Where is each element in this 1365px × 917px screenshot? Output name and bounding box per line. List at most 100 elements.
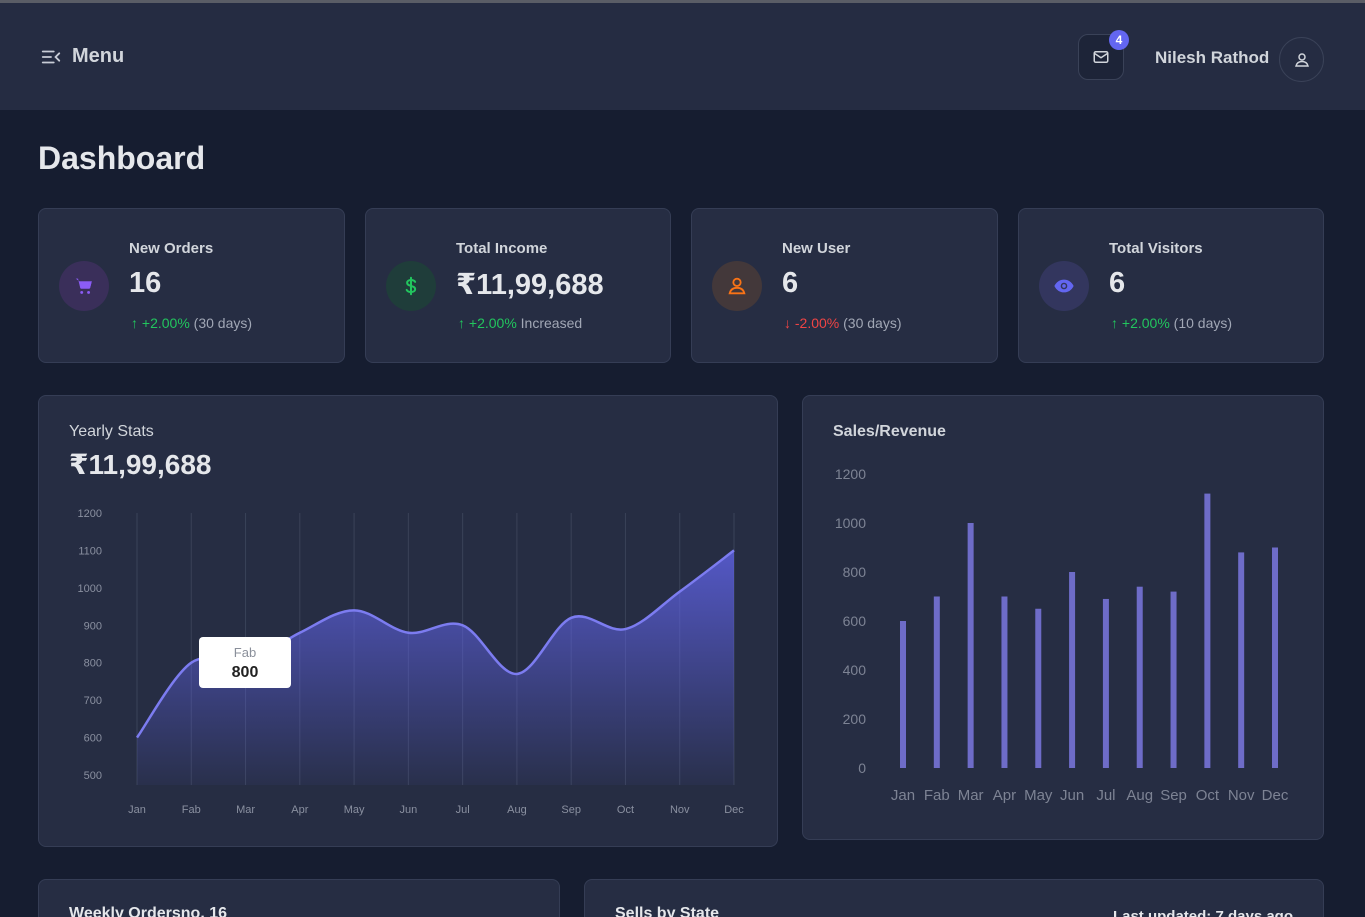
bar[interactable]	[967, 523, 974, 768]
bar[interactable]	[1001, 596, 1008, 769]
x-tick-label: Apr	[291, 804, 308, 816]
stat-icon-wrap	[1039, 261, 1089, 311]
dollar-icon	[405, 276, 417, 296]
stat-card-new-user: New User 6 ↓ -2.00% (30 days)	[691, 208, 998, 363]
x-tick-label: Nov	[670, 804, 690, 816]
y-tick-label: 800	[843, 564, 867, 580]
y-tick-label: 1200	[78, 508, 102, 520]
x-tick-label: Sep	[561, 804, 581, 816]
x-tick-label: Aug	[507, 804, 527, 816]
stat-icon-wrap	[59, 261, 109, 311]
x-tick-label: Oct	[1196, 787, 1220, 804]
top-header: Menu 4 Nilesh Rathod	[0, 3, 1365, 110]
cart-icon	[75, 278, 92, 294]
x-tick-label: Fab	[182, 804, 201, 816]
bar[interactable]	[933, 596, 940, 769]
x-tick-label: Fab	[924, 787, 950, 804]
user-name[interactable]: Nilesh Rathod	[1155, 48, 1269, 68]
arrow-up-icon: ↑	[131, 315, 138, 331]
x-tick-label: Mar	[236, 804, 255, 816]
y-tick-label: 400	[843, 662, 867, 678]
stat-trend: ↑ +2.00% Increased	[458, 315, 582, 331]
y-tick-label: 1100	[78, 545, 102, 557]
stat-period: (10 days)	[1173, 315, 1233, 331]
x-tick-label: Aug	[1126, 787, 1153, 804]
stat-change: +2.00%	[1121, 315, 1170, 331]
y-tick-label: 900	[84, 620, 102, 632]
x-tick-label: Jan	[891, 787, 915, 804]
bar[interactable]	[1035, 608, 1042, 768]
bar[interactable]	[1069, 572, 1076, 768]
page-title: Dashboard	[38, 140, 206, 176]
stat-label: New Orders	[129, 240, 214, 257]
menu-button[interactable]: Menu	[40, 45, 124, 68]
sales-revenue-card: Sales/Revenue 0 200 400 600 800 1000 1200 Jan F…	[802, 395, 1324, 840]
arrow-down-icon: ↓	[784, 315, 791, 331]
stat-label: Total Income	[456, 240, 548, 257]
menu-collapse-icon	[41, 50, 61, 63]
stat-label: Total Visitors	[1109, 240, 1203, 257]
stat-value: 6	[782, 267, 799, 299]
arrow-up-icon: ↑	[458, 315, 465, 331]
stat-trend: ↓ -2.00% (30 days)	[784, 315, 902, 331]
stat-value: ₹11,99,688	[456, 269, 604, 301]
bar[interactable]	[1238, 552, 1245, 768]
menu-label: Menu	[72, 45, 125, 67]
eye-icon	[1054, 279, 1074, 293]
bar[interactable]	[1170, 591, 1177, 768]
notification-badge: 4	[1109, 30, 1129, 50]
bar[interactable]	[1102, 598, 1109, 768]
x-tick-label: Jul	[1096, 787, 1115, 804]
stat-label: New User	[782, 240, 851, 257]
y-tick-label: 600	[843, 613, 867, 629]
stat-card-total-visitors: Total Visitors 6 ↑ +2.00% (10 days)	[1018, 208, 1324, 363]
bar[interactable]	[1136, 586, 1143, 768]
stat-period: (30 days)	[193, 315, 253, 331]
stat-value: 16	[129, 267, 162, 299]
y-tick-label: 1200	[835, 466, 866, 482]
mail-icon	[1093, 51, 1109, 63]
stat-icon-wrap	[712, 261, 762, 311]
yearly-area-chart[interactable]: 500 600 700 800 900 1000 1100 1200 Jan Fab Mar Apr…	[39, 396, 779, 848]
yearly-stats-card: Yearly Stats ₹11,99,688 500 600 700 800 900 1…	[38, 395, 778, 847]
stat-change: +2.00%	[468, 315, 517, 331]
bar[interactable]	[900, 621, 906, 768]
y-tick-label: 1000	[78, 583, 102, 595]
last-updated: Last updated: 7 days ago	[1112, 908, 1293, 917]
stat-change: +2.00%	[141, 315, 190, 331]
x-tick-label: Jun	[1060, 787, 1084, 804]
y-tick-label: 200	[843, 711, 867, 727]
tooltip-value: 800	[232, 664, 259, 681]
user-icon	[1294, 52, 1309, 67]
bar[interactable]	[1204, 493, 1211, 768]
stat-card-new-orders: New Orders 16 ↑ +2.00% (30 days)	[38, 208, 345, 363]
weekly-orders-card: Weekly Ordersno. 16	[38, 879, 560, 917]
sales-bar-chart[interactable]: 0 200 400 600 800 1000 1200 Jan Fab Mar Apr May Jun…	[803, 396, 1325, 841]
stat-card-total-income: Total Income ₹11,99,688 ↑ +2.00% Increas…	[365, 208, 671, 363]
x-tick-label: Dec	[1262, 787, 1289, 804]
stat-trend: ↑ +2.00% (30 days)	[131, 315, 252, 331]
card-title: Weekly Ordersno. 16	[69, 905, 227, 917]
user-avatar-button[interactable]	[1279, 37, 1324, 82]
x-tick-label: Oct	[617, 804, 634, 816]
arrow-up-icon: ↑	[1111, 315, 1118, 331]
bar[interactable]	[1272, 547, 1278, 769]
x-tick-label: Sep	[1160, 787, 1187, 804]
x-tick-label: Apr	[993, 787, 1016, 804]
x-tick-label: Jun	[399, 804, 417, 816]
stat-icon-wrap	[386, 261, 436, 311]
stat-period: Increased	[520, 315, 583, 331]
user-icon	[728, 277, 746, 295]
x-tick-label: Dec	[724, 804, 744, 816]
y-tick-label: 1000	[835, 515, 866, 531]
x-tick-label: Nov	[1228, 787, 1255, 804]
stat-value: 6	[1109, 267, 1126, 299]
card-title: Sells by State	[615, 905, 720, 917]
y-tick-label: 0	[858, 760, 866, 776]
sells-by-state-card: Sells by State Last updated: 7 days ago	[584, 879, 1324, 917]
y-tick-label: 800	[84, 658, 102, 670]
stat-trend: ↑ +2.00% (10 days)	[1111, 315, 1232, 331]
x-tick-label: Jan	[128, 804, 146, 816]
chart-tooltip: Fab 800	[199, 637, 291, 688]
x-tick-label: May	[1024, 787, 1053, 804]
